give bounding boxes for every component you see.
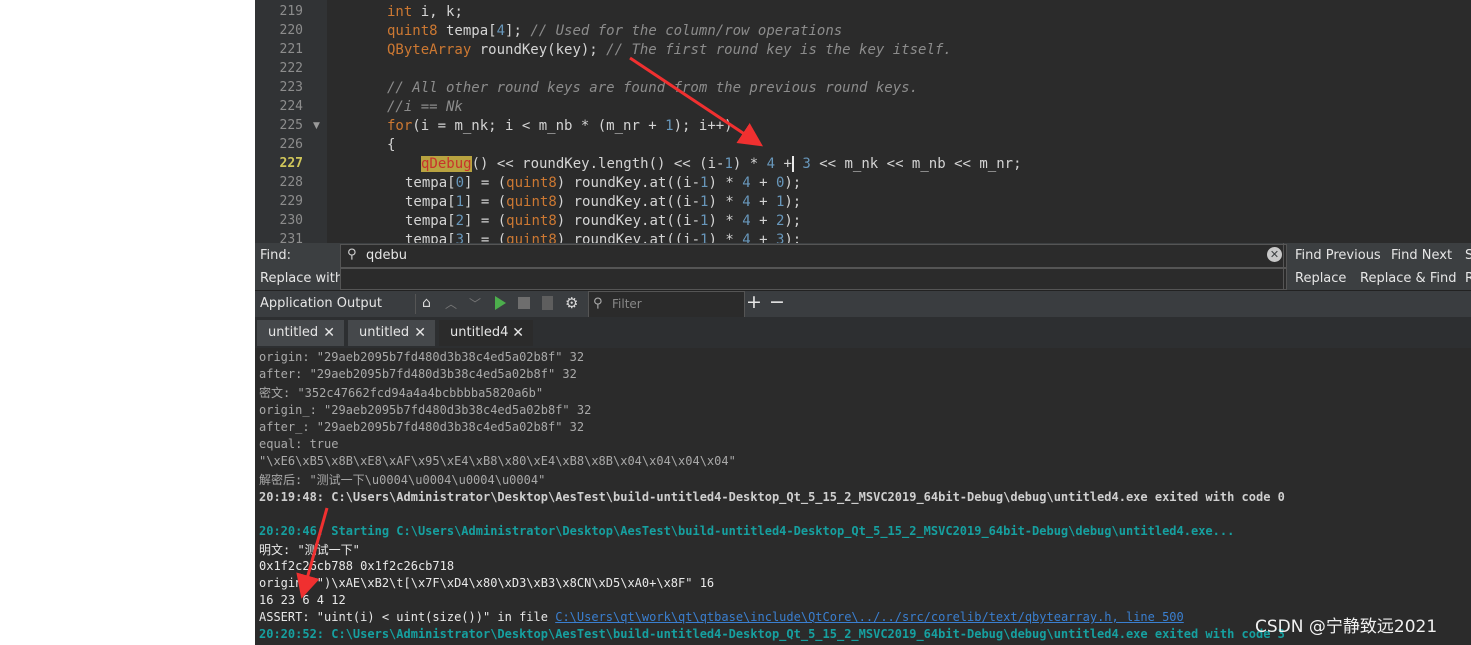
arrow-to-debug-output <box>296 507 329 599</box>
arrow-to-code-expression <box>629 56 763 147</box>
annotation-arrows <box>296 56 763 599</box>
